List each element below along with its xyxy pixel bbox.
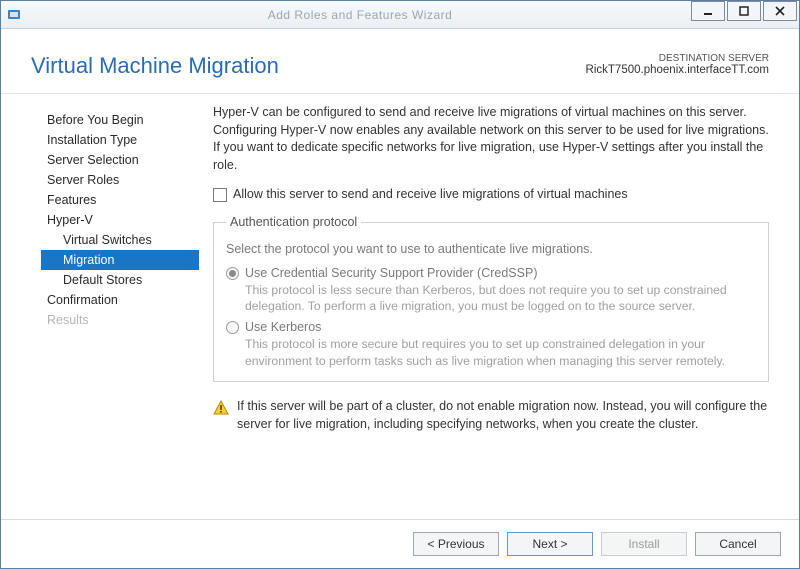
sidebar-item-before-you-begin[interactable]: Before You Begin: [41, 110, 199, 130]
radio-title: Use Kerberos: [245, 319, 756, 337]
sidebar-item-results: Results: [41, 310, 199, 330]
radio-title: Use Credential Security Support Provider…: [245, 265, 756, 283]
wizard-header: Virtual Machine Migration DESTINATION SE…: [1, 29, 799, 94]
titlebar: Add Roles and Features Wizard: [1, 1, 799, 29]
warning-text: If this server will be part of a cluster…: [237, 398, 769, 433]
allow-live-migration-checkbox[interactable]: Allow this server to send and receive li…: [213, 186, 769, 204]
sidebar-item-default-stores[interactable]: Default Stores: [41, 270, 199, 290]
wizard-sidebar: Before You BeginInstallation TypeServer …: [41, 104, 199, 509]
sidebar-item-features[interactable]: Features: [41, 190, 199, 210]
sidebar-item-migration[interactable]: Migration: [41, 250, 199, 270]
maximize-button[interactable]: [727, 1, 761, 21]
wizard-content: Hyper-V can be configured to send and re…: [199, 104, 769, 509]
destination-server-block: DESTINATION SERVER RickT7500.phoenix.int…: [586, 53, 769, 76]
app-icon: [7, 7, 23, 23]
wizard-window: Add Roles and Features Wizard Virtual Ma…: [0, 0, 800, 569]
destination-server-value: RickT7500.phoenix.interfaceTT.com: [586, 64, 769, 76]
radio-button[interactable]: [226, 321, 239, 334]
checkbox-label: Allow this server to send and receive li…: [233, 186, 628, 204]
sidebar-item-confirmation[interactable]: Confirmation: [41, 290, 199, 310]
warning-icon: [213, 400, 229, 416]
next-button[interactable]: Next >: [507, 532, 593, 556]
minimize-button[interactable]: [691, 1, 725, 21]
install-button[interactable]: Install: [601, 532, 687, 556]
window-controls: [691, 1, 799, 28]
previous-button[interactable]: < Previous: [413, 532, 499, 556]
window-title: Add Roles and Features Wizard: [29, 8, 691, 22]
intro-text: Hyper-V can be configured to send and re…: [213, 104, 769, 174]
auth-description: Select the protocol you want to use to a…: [226, 241, 756, 259]
checkbox-box[interactable]: [213, 188, 227, 202]
sidebar-item-virtual-switches[interactable]: Virtual Switches: [41, 230, 199, 250]
cancel-button[interactable]: Cancel: [695, 532, 781, 556]
radio-kerberos[interactable]: Use KerberosThis protocol is more secure…: [226, 319, 756, 369]
destination-server-label: DESTINATION SERVER: [586, 53, 769, 64]
sidebar-item-server-roles[interactable]: Server Roles: [41, 170, 199, 190]
cluster-warning: If this server will be part of a cluster…: [213, 398, 769, 433]
page-title: Virtual Machine Migration: [31, 53, 586, 79]
radio-description: This protocol is less secure than Kerber…: [245, 282, 756, 315]
wizard-footer: < Previous Next > Install Cancel: [1, 519, 799, 568]
authentication-protocol-group: Authentication protocol Select the proto…: [213, 214, 769, 383]
auth-legend: Authentication protocol: [226, 214, 361, 232]
sidebar-item-server-selection[interactable]: Server Selection: [41, 150, 199, 170]
radio-description: This protocol is more secure but require…: [245, 336, 756, 369]
sidebar-item-installation-type[interactable]: Installation Type: [41, 130, 199, 150]
close-button[interactable]: [763, 1, 797, 21]
radio-credssp[interactable]: Use Credential Security Support Provider…: [226, 265, 756, 315]
radio-button[interactable]: [226, 267, 239, 280]
sidebar-item-hyper-v[interactable]: Hyper-V: [41, 210, 199, 230]
wizard-body: Before You BeginInstallation TypeServer …: [1, 94, 799, 519]
